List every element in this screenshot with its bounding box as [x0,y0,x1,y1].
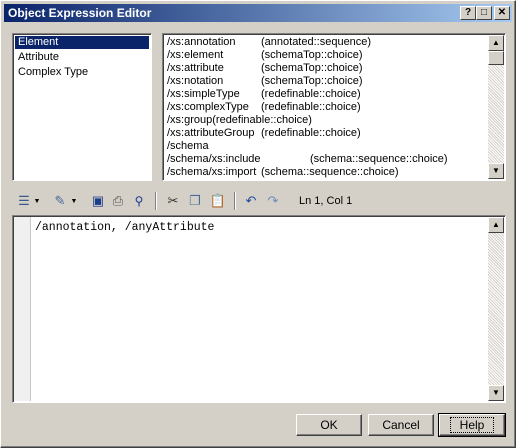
category-item-complex-type[interactable]: Complex Type [15,66,149,79]
save-icon[interactable]: ▣ [90,192,106,210]
chevron-down-icon[interactable]: ▼ [33,192,41,210]
element-list[interactable]: /xs:annotation (annotated::sequence) /xs:… [162,33,506,181]
toolbar-separator [155,192,157,210]
list-item[interactable]: /schema/xs:include (schema::sequence::cho… [164,153,488,166]
paste-icon[interactable]: 📋 [210,192,226,210]
toolbar-separator [234,192,236,210]
copy-icon[interactable]: ❐ [187,192,203,210]
item-desc: (annotated::sequence) [261,36,372,48]
item-name: /schema [167,140,209,152]
print-icon[interactable]: ⎙ [110,192,126,210]
undo-icon[interactable]: ↶ [243,192,259,210]
item-name: /xs:complexType [167,101,249,113]
item-desc: (schemaTop::choice) [261,75,363,87]
expression-editor[interactable]: /annotation, /anyAttribute ▲ ▼ [12,215,506,403]
item-name: /xs:attributeGroup [167,127,255,139]
scroll-down-arrow-icon[interactable]: ▼ [488,385,504,401]
close-button[interactable]: ✕ [494,6,510,20]
list-item[interactable]: /schema/xs:import (schema::sequence::choi… [164,166,488,179]
item-name: /schema/xs:include [167,153,261,165]
window-title: Object Expression Editor [8,6,152,20]
item-name: /xs:annotation [167,36,236,48]
help-button[interactable]: Help [438,413,506,437]
restore-button[interactable]: □ [476,6,492,20]
category-item-element[interactable]: Element [15,36,149,49]
properties-icon[interactable]: ☰ [16,192,32,210]
item-desc: (redefinable::choice) [261,127,361,139]
scroll-down-arrow-icon[interactable]: ▼ [488,163,504,179]
redo-icon[interactable]: ↷ [265,192,281,210]
list-item[interactable]: /xs:notation (schemaTop::choice) [164,75,488,88]
line-gutter [14,217,31,401]
item-desc: (redefinable::choice) [261,88,361,100]
list-item[interactable]: /xs:attribute (schemaTop::choice) [164,62,488,75]
list-item[interactable]: /xs:attributeGroup (redefinable::choice) [164,127,488,140]
item-name: /xs:attribute [167,62,224,74]
cut-icon[interactable]: ✂ [165,192,181,210]
title-bar[interactable]: Object Expression Editor ? □ ✕ [4,4,512,22]
chevron-down-icon[interactable]: ▼ [70,192,78,210]
item-name: /xs:simpleType [167,88,240,100]
expression-text[interactable]: /annotation, /anyAttribute [35,221,214,234]
cursor-position-label: Ln 1, Col 1 [299,195,353,207]
item-name: /xs:element [167,49,224,61]
item-desc: (redefinable::choice) [261,101,361,113]
item-desc: (schemaTop::choice) [261,62,363,74]
item-desc: (schemaTop::choice) [261,49,363,61]
list-item[interactable]: /schema [164,140,488,153]
item-name: /xs:notation [167,75,224,87]
item-desc: (schema::sequence::choice) [261,166,399,178]
edit-icon[interactable]: ✎ [52,192,68,210]
list-item[interactable]: /xs:annotation (annotated::sequence) [164,36,488,49]
item-name: /schema/xs:import [167,166,257,178]
editor-toolbar: ☰ ▼ ✎ ▼ ▣ ⎙ ⚲ ✂ ❐ 📋 ↶ ↷ Ln 1, Col 1 [12,189,506,213]
help-button-label: Help [449,417,495,433]
ok-button[interactable]: OK [296,414,362,436]
category-list[interactable]: Element Attribute Complex Type [12,33,152,181]
find-icon[interactable]: ⚲ [131,192,147,210]
editor-scrollbar[interactable]: ▲ ▼ [488,217,504,401]
object-expression-editor-window: Object Expression Editor ? □ ✕ Element A… [0,0,516,448]
list-item[interactable]: /xs:group(redefinable::choice) [164,114,488,127]
list-item[interactable]: /xs:simpleType (redefinable::choice) [164,88,488,101]
category-item-attribute[interactable]: Attribute [15,51,149,64]
help-title-button[interactable]: ? [460,6,476,20]
list-item[interactable]: /xs:complexType (redefinable::choice) [164,101,488,114]
item-name: /xs:group(redefinable::choice) [167,114,312,126]
item-desc: (schema::sequence::choice) [310,153,448,165]
cancel-button[interactable]: Cancel [368,414,434,436]
scroll-thumb[interactable] [488,51,504,65]
scroll-up-arrow-icon[interactable]: ▲ [488,35,504,51]
list-scrollbar[interactable]: ▲ ▼ [488,35,504,179]
scroll-up-arrow-icon[interactable]: ▲ [488,217,504,233]
list-item[interactable]: /xs:element (schemaTop::choice) [164,49,488,62]
